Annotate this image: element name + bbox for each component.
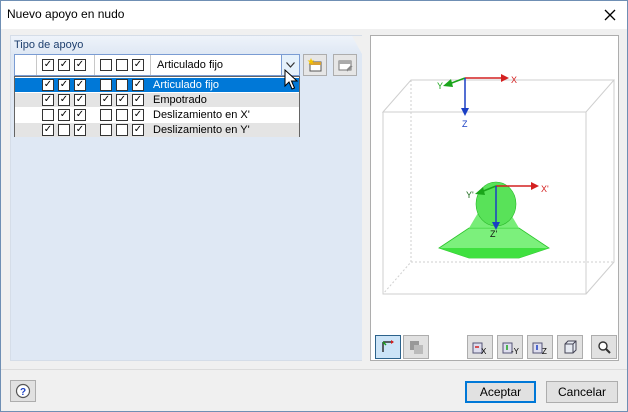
edit-item-icon [338,60,353,72]
new-support-button[interactable] [303,54,327,76]
mouse-cursor-icon [284,69,298,90]
show-axes-button[interactable] [375,335,401,359]
view-x-icon: X [472,342,487,355]
svg-text:?: ? [20,387,26,398]
combo-checkbox: ✓ [132,59,144,71]
cancel-button[interactable]: Cancelar [546,381,618,403]
option-deslizamiento-x[interactable]: ✓ ✓ ✓ Deslizamiento en X' [15,108,299,122]
render-mode-button[interactable] [403,335,429,359]
view-x-button[interactable]: X [467,335,493,359]
option-empotrado[interactable]: ✓ ✓ ✓ ✓ ✓ ✓ Empotrado [15,93,299,107]
isometric-view-button[interactable] [557,335,583,359]
global-axes: X Y Z [437,74,517,129]
combo-checkbox: ✓ [42,59,54,71]
isometric-view-icon [564,340,577,354]
zoom-icon [598,341,611,354]
combo-checkbox: ✓ [74,59,86,71]
window-title: Nuevo apoyo en nudo [7,7,125,21]
combo-checkbox [116,59,128,71]
chevron-down-icon [286,62,295,68]
option-label: Articulado fijo [153,79,220,91]
edit-support-button[interactable] [333,54,357,76]
dialog-window: Nuevo apoyo en nudo Tipo de apoyo ✓ ✓ ✓ … [0,0,628,412]
local-x-label: X' [541,184,549,194]
option-deslizamiento-y[interactable]: ✓ ✓ ✓ Deslizamiento en Y' [15,123,299,137]
preview-panel: X Y Z X' Y' Z' [370,35,619,361]
global-z-label: Z [462,119,468,129]
close-button[interactable] [593,1,627,29]
combo-selected-label: Articulado fijo [157,59,224,71]
option-label: Deslizamiento en X' [153,109,250,121]
support-type-combobox[interactable]: ✓ ✓ ✓ ✓ Articulado fijo [14,54,300,76]
axes-icon [382,340,394,352]
view-y-icon: -Y [502,342,519,355]
local-z-label: Z' [490,229,497,239]
render-mode-icon [410,341,423,354]
local-y-label: Y' [466,190,474,200]
help-button[interactable]: ? [10,380,36,402]
zoom-all-button[interactable] [591,335,617,359]
combo-translation-boxes: ✓ ✓ ✓ [37,55,95,75]
view-z-button[interactable]: Z [527,335,553,359]
option-label: Deslizamiento en Y' [153,124,250,136]
view-y-button[interactable]: -Y [497,335,523,359]
svg-text:-Y: -Y [511,347,519,355]
new-item-icon [307,58,322,72]
combo-rotation-boxes: ✓ [95,55,151,75]
support-type-header: Tipo de apoyo [11,36,362,54]
svg-text:Z: Z [542,347,547,355]
support-symbol [438,181,550,259]
global-x-label: X [511,75,517,85]
title-bar: Nuevo apoyo en nudo [1,1,627,29]
view-z-icon: Z [532,342,547,355]
3d-preview-canvas: X Y Z X' Y' Z' [381,74,616,295]
global-y-label: Y [437,81,443,91]
option-label: Empotrado [153,94,207,106]
support-type-title: Tipo de apoyo [14,39,84,51]
ok-button[interactable]: Aceptar [465,381,536,403]
support-type-dropdown-list: ✓ ✓ ✓ ✓ Articulado fijo ✓ ✓ ✓ ✓ ✓ ✓ Empo… [14,76,300,137]
option-articulado-fijo[interactable]: ✓ ✓ ✓ ✓ Articulado fijo [15,78,299,92]
combo-checkbox [100,59,112,71]
close-icon [604,9,616,21]
svg-text:X: X [481,347,487,355]
help-icon: ? [15,383,31,399]
combo-checkbox: ✓ [58,59,70,71]
